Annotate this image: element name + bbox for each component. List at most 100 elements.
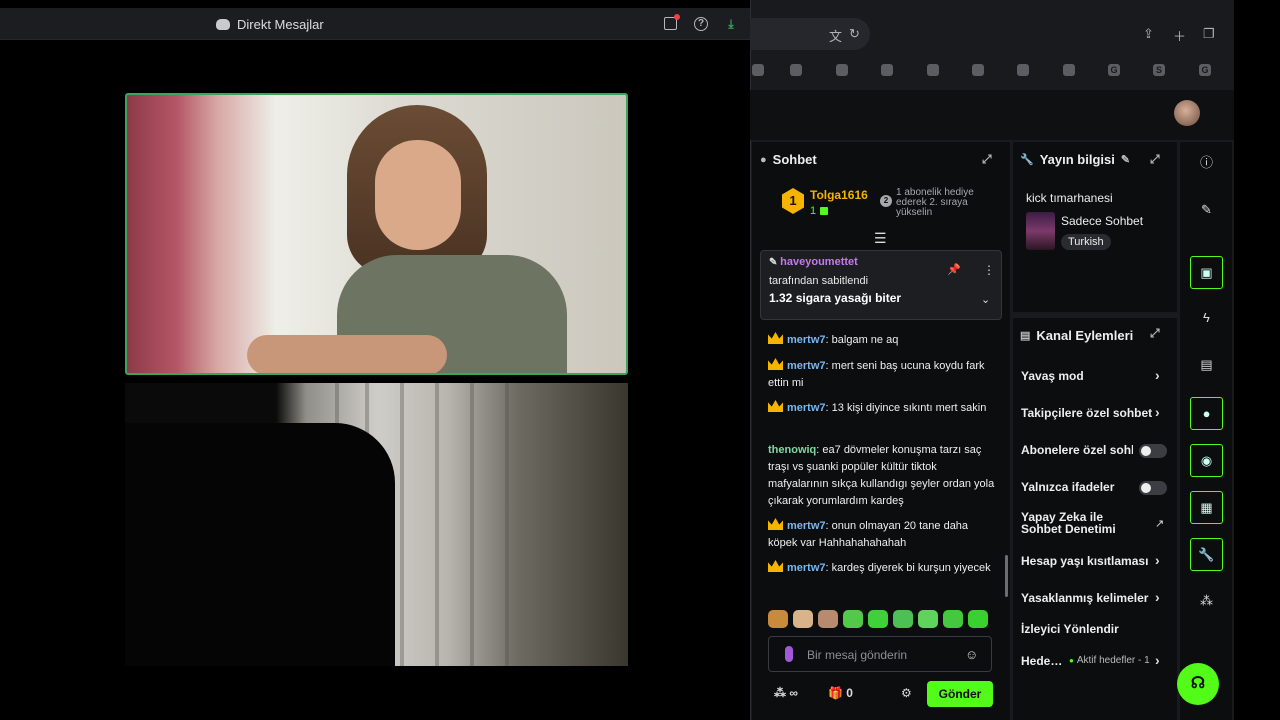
microphone-icon[interactable]	[785, 646, 793, 662]
chevron-right-icon[interactable]: ›	[1155, 589, 1160, 605]
window-title-text: Direkt Mesajlar	[237, 17, 324, 32]
bolt-icon[interactable]: ϟ	[1190, 302, 1223, 335]
tabs-icon[interactable]: ❐	[1203, 26, 1215, 42]
bookmark[interactable]	[1063, 64, 1075, 76]
action-ai-moderation[interactable]: Yapay Zeka ile Sohbet Denetimi	[1021, 511, 1131, 535]
pinned-text: 1.32 sigara yasağı biter	[769, 291, 902, 305]
emote-icon[interactable]	[918, 610, 938, 628]
reload-icon[interactable]: ↻	[849, 26, 860, 42]
chat-icon[interactable]: ●	[1190, 397, 1223, 430]
notes-icon[interactable]: ▤	[1190, 349, 1223, 382]
pin-icon[interactable]: 📌	[947, 263, 961, 276]
channel-points[interactable]: ⁂ ∞	[774, 686, 798, 700]
chevron-down-icon[interactable]: ⌄	[981, 293, 990, 306]
action-slow-mode[interactable]: Yavaş mod	[1021, 369, 1171, 383]
chevron-right-icon[interactable]: ›	[1155, 552, 1160, 568]
popout-icon[interactable]: ⤢	[1150, 152, 1160, 167]
emote-icon[interactable]	[893, 610, 913, 628]
emoji-icon[interactable]: ☺	[965, 647, 978, 662]
chat-text: kardeş diyerek bi kurşun yiyecek	[831, 562, 991, 574]
discord-icon	[216, 19, 230, 30]
channel-actions-panel: ▤ Kanal Eylemleri ⤢ Yavaş mod › Takipçil…	[1013, 318, 1177, 720]
pinned-message[interactable]: haveyoumettet tarafından sabitlendi 1.32…	[760, 250, 1002, 320]
apps-icon[interactable]: ⁂	[1190, 585, 1223, 618]
chat-message[interactable]: mertw7: onun olmayan 20 tane daha köpek …	[768, 518, 1000, 552]
bookmark[interactable]: G	[1108, 64, 1120, 76]
chat-message[interactable]: mertw7: balgam ne aq	[768, 332, 1000, 349]
stream-info-header: 🔧 Yayın bilgisi ✎	[1020, 152, 1130, 167]
chat-username[interactable]: mertw7	[787, 520, 826, 532]
help-icon[interactable]: ?	[694, 17, 708, 31]
chat-message[interactable]: mertw7: kardeş diyerek bi kurşun yiyecek	[768, 560, 1000, 577]
emote-icon[interactable]	[968, 610, 988, 628]
new-tab-icon[interactable]: ＋	[1173, 26, 1186, 45]
translate-icon[interactable]: 文	[829, 26, 842, 45]
action-goals[interactable]: Hedefler	[1021, 654, 1065, 668]
screen-icon[interactable]: ▣	[1190, 256, 1223, 289]
chat-username[interactable]: thenowiq	[768, 444, 816, 456]
support-button[interactable]: ☊	[1177, 663, 1219, 705]
action-raid[interactable]: İzleyici Yönlendir	[1021, 622, 1171, 636]
emote-icon[interactable]	[868, 610, 888, 628]
bookmark[interactable]: G	[1199, 64, 1211, 76]
chat-message[interactable]: mertw7: mert seni baş ucuna koydu fark e…	[768, 358, 1000, 392]
chat-username[interactable]: mertw7	[787, 334, 826, 346]
emote-icon[interactable]	[843, 610, 863, 628]
action-banned-words[interactable]: Yasaklanmış kelimeler	[1021, 591, 1153, 605]
share-icon[interactable]: ⇪	[1143, 26, 1154, 42]
action-account-age[interactable]: Hesap yaşı kısıtlaması	[1021, 554, 1153, 568]
video-tile-self[interactable]	[125, 383, 628, 666]
video-tile-speaking[interactable]	[125, 93, 628, 375]
bookmark[interactable]	[1017, 64, 1029, 76]
bookmark[interactable]	[881, 64, 893, 76]
chat-header-label: Sohbet	[772, 152, 817, 167]
avatar[interactable]	[1174, 100, 1200, 126]
chat-username[interactable]: mertw7	[787, 402, 826, 414]
emote-icon[interactable]	[943, 610, 963, 628]
edit-icon[interactable]: ✎	[1121, 153, 1130, 166]
emote-icon[interactable]	[793, 610, 813, 628]
chevron-right-icon[interactable]: ›	[1155, 652, 1160, 668]
send-button[interactable]: Gönder	[927, 681, 993, 707]
bookmark[interactable]	[972, 64, 984, 76]
discord-window: Direkt Mesajlar ? ⤓	[0, 0, 750, 720]
bookmark[interactable]	[790, 64, 802, 76]
gear-icon[interactable]: ⚙	[901, 686, 912, 700]
action-followers-only[interactable]: Takipçilere özel sohbet	[1021, 406, 1153, 420]
chat-message-input[interactable]	[807, 645, 957, 665]
wrench-icon[interactable]: 🔧	[1190, 538, 1223, 571]
bookmark[interactable]	[836, 64, 848, 76]
filter-icon[interactable]: ☰	[874, 230, 887, 247]
more-options-icon[interactable]: ⋮	[983, 263, 995, 277]
chat-username[interactable]: mertw7	[787, 360, 826, 372]
subscribers-only-toggle[interactable]	[1139, 444, 1167, 458]
layout-icon[interactable]: ▦	[1190, 491, 1223, 524]
chat-panel: ● Sohbet ⤢ 1 Tolga1616 1 2 1 abonelik he…	[752, 142, 1010, 720]
popout-icon[interactable]: ⤢	[982, 152, 992, 167]
emotes-only-toggle[interactable]	[1139, 481, 1167, 495]
bookmark[interactable]	[752, 64, 764, 76]
info-icon[interactable]: ⓘ	[1190, 147, 1223, 180]
bookmark[interactable]	[927, 64, 939, 76]
edit-icon[interactable]: ✎	[1190, 194, 1223, 227]
category-thumbnail	[1026, 212, 1055, 250]
chat-message[interactable]: thenowiq: ea7 dövmeler konuşma tarzı saç…	[768, 442, 1000, 510]
chat-message[interactable]: mertw7: 13 kişi diyince sıkıntı mert sak…	[768, 400, 1000, 417]
emote-icon[interactable]	[768, 610, 788, 628]
emote-icon[interactable]	[818, 610, 838, 628]
download-icon[interactable]: ⤓	[724, 17, 738, 31]
external-link-icon[interactable]: ↗	[1155, 517, 1164, 530]
chat-input-box[interactable]: ☺	[768, 636, 992, 672]
gift-counter[interactable]: 🎁 0	[828, 686, 853, 700]
chevron-right-icon[interactable]: ›	[1155, 404, 1160, 420]
popout-icon[interactable]: ⤢	[1150, 326, 1160, 341]
leaderboard-name[interactable]: Tolga1616	[810, 188, 868, 202]
chevron-right-icon[interactable]: ›	[1155, 367, 1160, 383]
bookmark[interactable]: S	[1153, 64, 1165, 76]
chat-username[interactable]: mertw7	[787, 562, 826, 574]
chat-scrollbar[interactable]	[1005, 555, 1008, 597]
broadcast-icon[interactable]: ◉	[1190, 444, 1223, 477]
rank-2-badge: 2	[880, 195, 892, 207]
chat-text: balgam ne aq	[831, 334, 899, 346]
inbox-icon[interactable]	[664, 14, 680, 30]
